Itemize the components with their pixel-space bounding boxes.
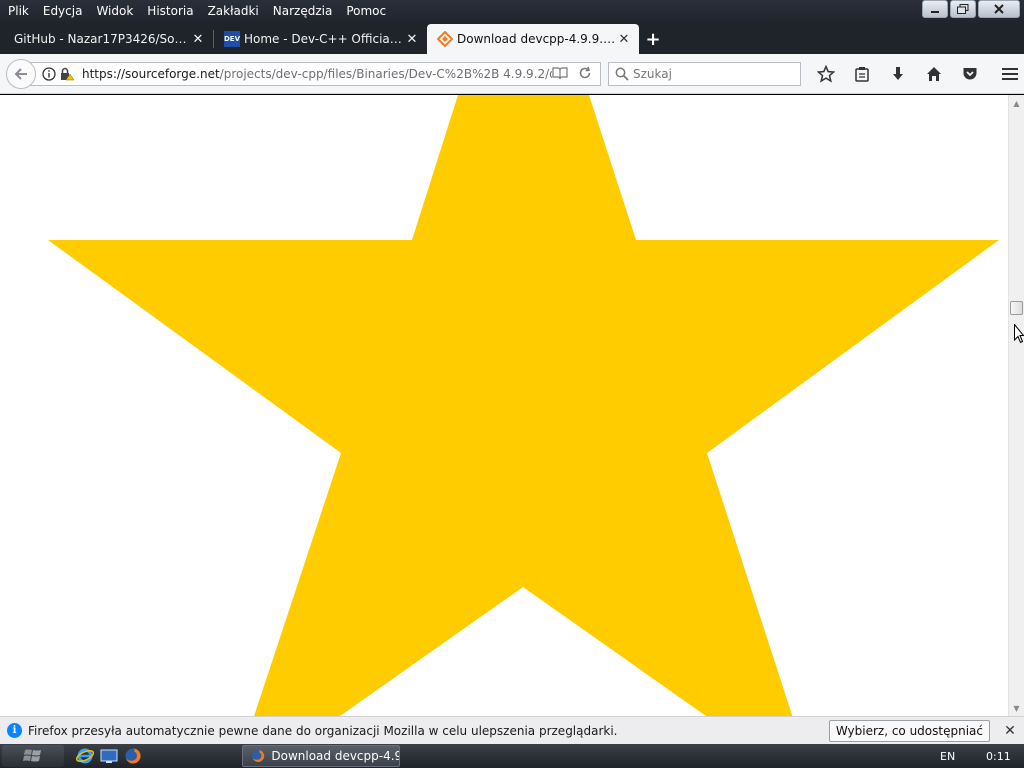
tab-devcpp-home[interactable]: DEV Home - Dev-C++ Official We... ✕ [214,24,427,54]
taskbar-window-label: Download devcpp-4.9... [271,749,399,763]
firefox-icon[interactable] [122,745,144,767]
tab-github[interactable]: GitHub - Nazar17P3426/Sources: ... ✕ [0,24,213,54]
windows-logo-icon [23,749,41,762]
toolbar-icons [808,62,1024,86]
close-window-button[interactable] [978,0,1020,18]
taskbar-firefox-window[interactable]: Download devcpp-4.9... [242,745,400,767]
tab-download-devcpp[interactable]: Download devcpp-4.9.9.2_se... ✕ [427,24,639,54]
notification-text: Firefox przesyła automatycznie pewne dan… [28,723,618,738]
close-icon [994,4,1004,14]
internet-explorer-icon[interactable] [74,745,96,767]
firefox-icon [252,750,265,762]
download-arrow-icon [893,67,903,80]
tab-close-icon[interactable]: ✕ [405,32,419,47]
reader-view-icon[interactable] [552,66,568,83]
restore-icon [957,4,969,14]
url-actions [552,66,600,83]
vertical-scrollbar[interactable]: ▲ ▼ [1008,95,1024,716]
back-arrow-icon [14,68,27,80]
tab-title: Download devcpp-4.9.9.2_se... [457,32,617,46]
scrollbar-thumb[interactable] [1010,301,1023,315]
taskbar: Download devcpp-4.9... EN 0:11 [0,744,1024,768]
menu-plik[interactable]: Plik [0,0,36,23]
url-path: /projects/dev-cpp/files/Binaries/Dev-C%2… [219,67,552,81]
back-button[interactable] [6,59,36,89]
new-tab-button[interactable]: + [639,24,667,54]
close-notification-icon[interactable]: ✕ [1000,723,1020,739]
menu-narzedzia[interactable]: Narzędzia [266,0,340,23]
restore-button[interactable] [950,0,976,18]
bookmark-star-button[interactable] [808,62,844,86]
menu-edycja[interactable]: Edycja [36,0,90,23]
sourceforge-icon [437,31,453,47]
devcpp-icon: DEV [224,31,240,47]
reload-icon[interactable] [578,66,592,83]
info-circle-icon[interactable] [40,65,58,83]
hamburger-icon [1002,68,1018,80]
tab-close-icon[interactable]: ✕ [617,32,631,47]
page-content [0,95,1008,716]
info-icon: i [7,723,22,738]
scroll-down-arrow[interactable]: ▼ [1009,700,1024,716]
search-bar[interactable] [608,62,801,86]
search-input[interactable] [633,67,793,81]
star-icon [817,65,835,83]
bookmarks-menu-button[interactable] [844,62,880,86]
language-indicator[interactable]: EN [940,750,955,763]
menu-bar: Plik Edycja Widok Historia Zakładki Narz… [0,0,1024,23]
pocket-button[interactable] [952,62,988,86]
scroll-up-arrow[interactable]: ▲ [1009,95,1024,111]
home-button[interactable] [916,62,952,86]
choose-what-to-share-button[interactable]: Wybierz, co udostępniać [828,719,990,742]
url-bar[interactable]: https://sourceforge.net/projects/dev-cpp… [28,62,601,86]
navigation-toolbar: https://sourceforge.net/projects/dev-cpp… [0,54,1024,94]
menu-historia[interactable]: Historia [140,0,200,23]
show-desktop-icon[interactable] [98,745,120,767]
system-clock[interactable]: 0:11 [986,750,1011,763]
star-shape [48,95,999,716]
url-text: https://sourceforge.net/projects/dev-cpp… [82,67,552,81]
lock-warning-icon[interactable] [58,65,76,83]
notification-bar: i Firefox przesyła automatycznie pewne d… [0,716,1024,744]
menu-pomoc[interactable]: Pomoc [339,0,393,23]
minimize-button[interactable] [922,0,948,18]
downloads-button[interactable] [880,62,916,86]
url-host: https://sourceforge.net [82,67,220,81]
menu-widok[interactable]: Widok [89,0,140,23]
menu-zakladki[interactable]: Zakładki [201,0,266,23]
tab-title: GitHub - Nazar17P3426/Sources: ... [14,32,191,46]
mouse-cursor-icon [1014,324,1024,344]
minimize-icon [931,11,939,13]
tab-strip: GitHub - Nazar17P3426/Sources: ... ✕ DEV… [0,23,1024,54]
tab-close-icon[interactable]: ✕ [191,32,205,47]
clipboard-icon [855,67,869,82]
plus-icon: + [645,28,661,50]
tab-title: Home - Dev-C++ Official We... [244,32,405,46]
pocket-icon [963,68,977,80]
hamburger-menu-button[interactable] [992,62,1024,86]
start-button[interactable] [2,745,64,767]
star-image [48,95,999,716]
search-icon [615,67,629,81]
window-controls [922,0,1020,18]
home-icon [927,67,941,81]
